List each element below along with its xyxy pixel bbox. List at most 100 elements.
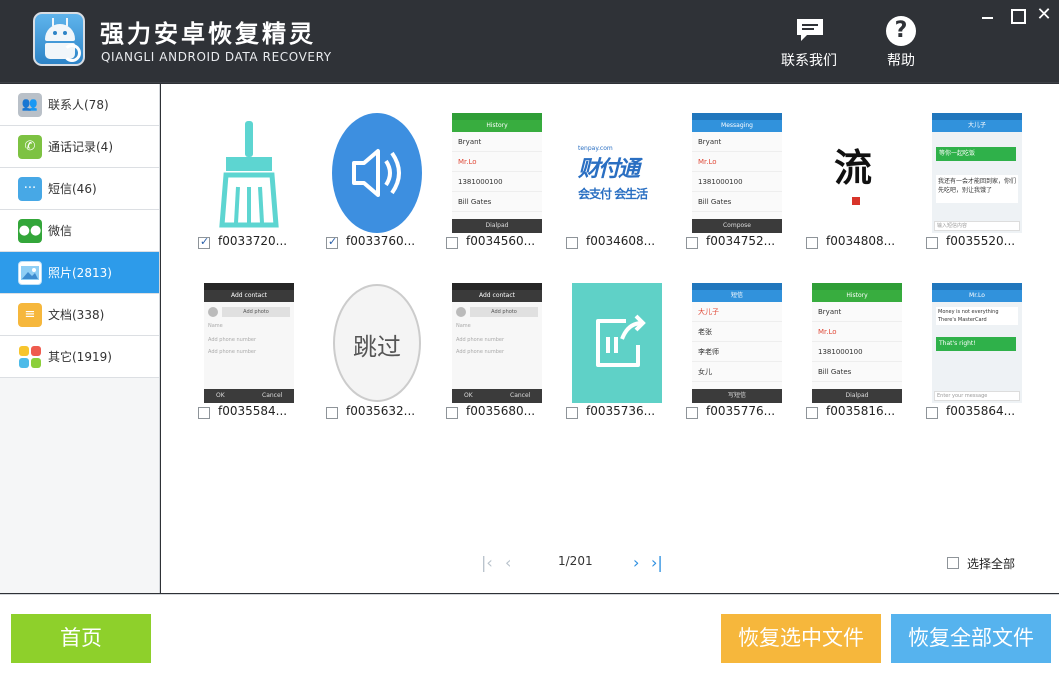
sidebar-item-label: 照片(2813) [48,266,112,280]
document-icon: ≡ [18,303,42,327]
thumb-ok: OK [216,392,225,399]
photo-filename: f0035776... [706,404,776,418]
photo-grid-panel: f0033720... f0033760... History Bryant M… [161,84,1059,593]
help-button[interactable]: ? 帮助 [861,14,941,74]
thumb-row: Bryant [458,138,482,146]
thumb-row: Mr.Lo [818,328,837,336]
photo-checkbox[interactable] [566,237,578,249]
photo-checkbox[interactable] [686,237,698,249]
photo-checkbox[interactable] [326,235,338,249]
photo-tile: 流 f0034808... [806,113,916,255]
thumb-ok: OK [464,392,473,399]
photo-thumbnail-sms-cn[interactable]: 短信 大儿子 老张 李老师 女儿 写短信 [692,283,782,403]
contact-us-button[interactable]: 联系我们 [769,14,849,74]
sidebar-item-label: 文档(338) [48,308,105,322]
thumb-footer: Dialpad [452,219,542,233]
photo-thumbnail-ink[interactable]: 流 [812,113,902,233]
photo-thumbnail-add-contact[interactable]: Add contact Add photo Name Add phone num… [452,283,542,403]
thumb-row: Bryant [698,138,722,146]
photo-thumbnail-chat-cn[interactable]: 大儿子 等你一起吃饭 我还有一会才能回到家，你们先吃吧，别让我饿了 输入短信内容 [932,113,1022,233]
chat-icon [797,19,823,41]
photo-checkbox[interactable] [446,237,458,249]
maximize-button[interactable] [1008,6,1026,24]
photo-filename: f0034752... [706,234,776,248]
sidebar-item-label: 微信 [48,224,73,238]
photo-thumbnail-broom[interactable] [204,113,294,233]
thumb-row: Bill Gates [458,198,492,206]
photo-checkbox[interactable] [806,237,818,249]
photo-thumbnail-history[interactable]: History Bryant Mr.Lo 1381000100 Bill Gat… [452,113,542,233]
sidebar-item-call-log[interactable]: ✆ 通话记录(4) [0,126,159,168]
photo-thumbnail-speaker[interactable] [332,113,422,233]
thumb-row: 李老师 [698,348,719,356]
contacts-icon: 👥 [18,93,42,117]
photo-icon [18,261,42,285]
chat-bubble: 我还有一会才能回到家，你们先吃吧，别让我饿了 [936,175,1018,203]
thumb-row: 1381000100 [818,348,863,356]
photo-checkbox[interactable] [566,407,578,419]
last-page-icon[interactable]: ›| [651,553,663,572]
thumb-footer: Compose [692,219,782,233]
sidebar-item-contacts[interactable]: 👥 联系人(78) [0,84,159,126]
photo-thumbnail-add-contact[interactable]: Add contact Add photo Name Add phone num… [204,283,294,403]
sidebar-item-label: 其它(1919) [48,350,112,364]
photo-filename: f0033760... [346,234,416,248]
photo-thumbnail-chat-en[interactable]: Mr.Lo Money is not everything There's Ma… [932,283,1022,403]
category-sidebar: 👥 联系人(78) ✆ 通话记录(4) ··· 短信(46) ●● 微信 照片(… [0,84,160,593]
photo-checkbox[interactable] [686,407,698,419]
app-logo-icon [33,12,85,66]
thumb-title: History [452,120,542,132]
phone-icon: ✆ [18,135,42,159]
contact-us-label: 联系我们 [781,53,837,69]
photo-checkbox[interactable] [926,407,938,419]
photo-filename: f0035680... [466,404,536,418]
thumb-title: Add contact [204,290,294,302]
photo-checkbox[interactable] [926,237,938,249]
skip-text: 跳过 [353,333,401,361]
photo-tile: Messaging Bryant Mr.Lo 1381000100 Bill G… [686,113,796,255]
sidebar-item-sms[interactable]: ··· 短信(46) [0,168,159,210]
photo-filename: f0034608... [586,234,656,248]
photo-thumbnail-history[interactable]: History Bryant Mr.Lo 1381000100 Bill Gat… [812,283,902,403]
sidebar-item-other[interactable]: 其它(1919) [0,336,159,378]
photo-checkbox[interactable] [198,235,210,249]
photo-checkbox[interactable] [198,407,210,419]
thumb-field: Name [456,323,471,329]
photo-filename: f0035584... [218,404,288,418]
thumb-field: Add phone number [208,337,257,343]
photo-filename: f0035632... [346,404,416,418]
wechat-icon: ●● [18,219,42,243]
photo-thumbnail-share[interactable] [572,283,662,403]
photo-checkbox[interactable] [326,407,338,419]
recover-all-button[interactable]: 恢复全部文件 [891,614,1051,663]
thumb-row: 女儿 [698,368,712,376]
thumb-title: 大儿子 [932,120,1022,132]
next-page-icon[interactable]: › [633,553,639,572]
page-indicator: 1/201 [558,554,593,568]
photo-tile: Add contact Add photo Name Add phone num… [446,283,556,425]
recover-selected-button[interactable]: 恢复选中文件 [721,614,881,663]
title-bar: 强力安卓恢复精灵 QIANGLI ANDROID DATA RECOVERY 联… [0,0,1059,83]
minimize-button[interactable] [979,6,997,24]
thumb-row: 1381000100 [458,178,503,186]
photo-checkbox[interactable] [806,407,818,419]
sidebar-item-wechat[interactable]: ●● 微信 [0,210,159,252]
home-button[interactable]: 首页 [11,614,151,663]
photo-thumbnail-messaging[interactable]: Messaging Bryant Mr.Lo 1381000100 Bill G… [692,113,782,233]
tenpay-slogan: 会支付 会生活 [578,187,648,201]
tenpay-brand: 财付通 [578,157,640,182]
photo-checkbox[interactable] [446,407,458,419]
sidebar-item-photos[interactable]: 照片(2813) [0,252,159,294]
thumb-footer: Dialpad [812,389,902,403]
thumb-add-photo: Add photo [222,307,290,317]
select-all-checkbox[interactable] [947,557,959,569]
chat-input: 输入短信内容 [934,221,1020,231]
photo-thumbnail-tenpay[interactable]: tenpay.com 财付通 会支付 会生活 [572,113,662,233]
photo-thumbnail-skip[interactable]: 跳过 [332,283,422,403]
sidebar-item-documents[interactable]: ≡ 文档(338) [0,294,159,336]
select-all-label: 选择全部 [967,557,1016,571]
prev-page-icon[interactable]: ‹ [505,553,511,572]
close-button[interactable]: ✕ [1035,6,1053,24]
first-page-icon[interactable]: |‹ [481,553,493,572]
other-icon [18,345,42,369]
